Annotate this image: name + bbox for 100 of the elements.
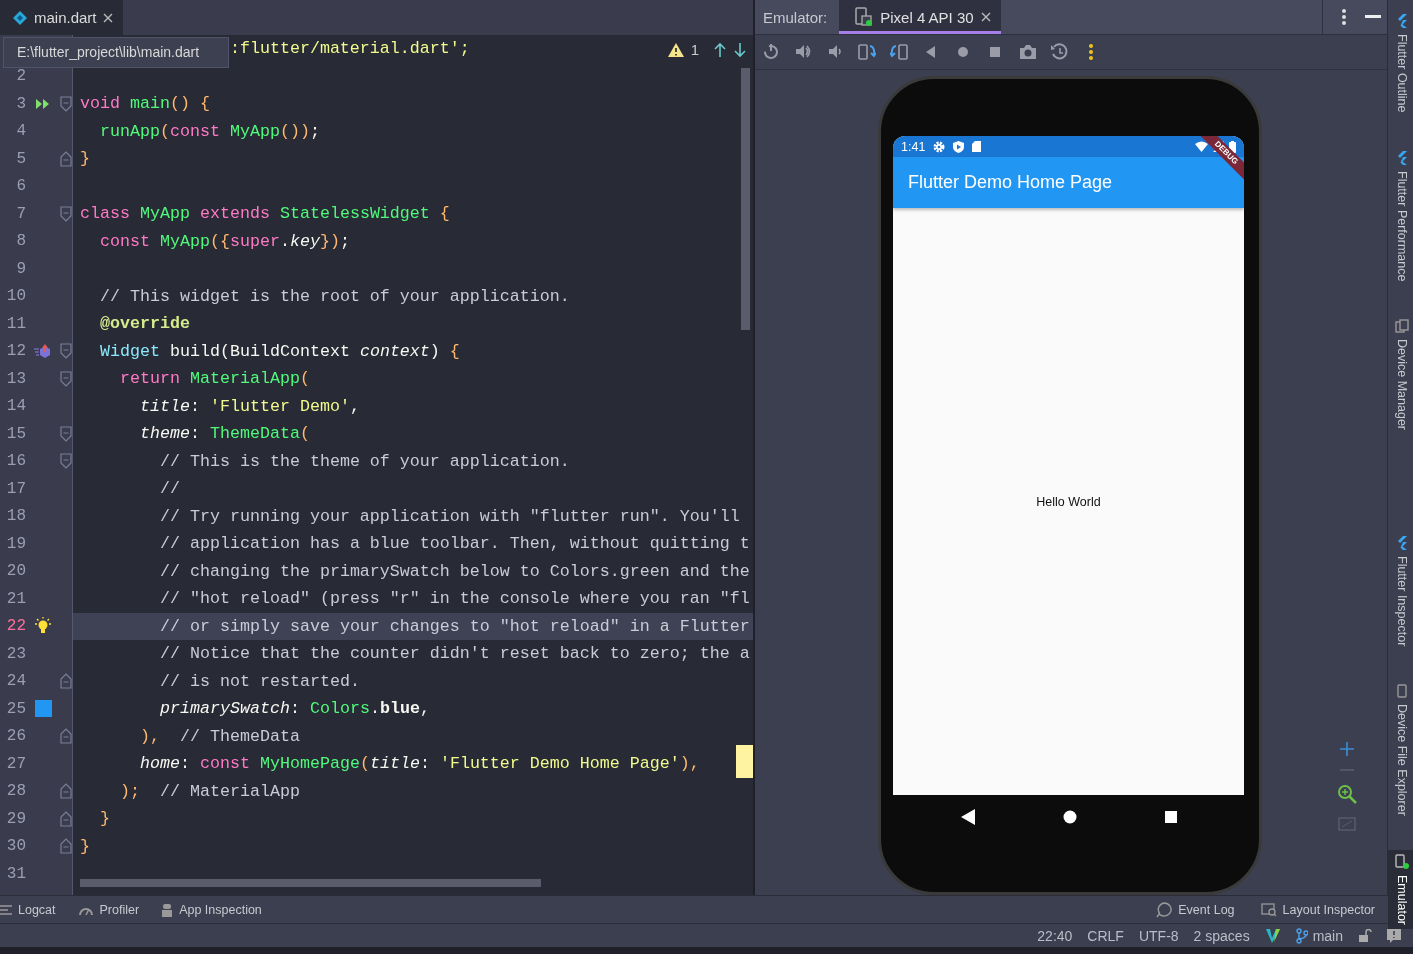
vim-icon[interactable] xyxy=(1264,927,1281,944)
body-text: Hello World xyxy=(1036,494,1101,509)
fold-icon[interactable] xyxy=(60,673,72,690)
home-icon[interactable] xyxy=(1062,809,1077,824)
status-item[interactable]: UTF-8 xyxy=(1138,927,1179,944)
phone-icon xyxy=(1397,684,1407,699)
gear-icon xyxy=(933,140,946,153)
line-number: 21 xyxy=(5,589,26,608)
tool-window-button[interactable]: Device Manager xyxy=(1388,315,1413,434)
tool-window-button[interactable]: Event Log xyxy=(1148,901,1243,918)
code-line: // This widget is the root of your application. xyxy=(99,286,570,306)
dart-icon xyxy=(12,9,28,26)
code-line: // xyxy=(158,479,180,498)
back-icon[interactable] xyxy=(960,808,975,825)
status-item[interactable]: 2 spaces xyxy=(1193,927,1250,944)
fold-icon[interactable] xyxy=(60,205,72,222)
fold-icon[interactable] xyxy=(60,150,72,167)
line-number: 14 xyxy=(5,397,26,416)
code-line: runApp(const MyApp()); xyxy=(99,121,320,141)
code-line: return MaterialApp( xyxy=(118,369,310,388)
notifications-icon[interactable] xyxy=(1387,928,1401,943)
status-item[interactable]: 22:40 xyxy=(1037,927,1073,944)
tool-window-button[interactable]: Emulator xyxy=(1388,850,1413,930)
line-number: 23 xyxy=(5,644,26,663)
list-icon xyxy=(0,904,12,915)
close-icon[interactable] xyxy=(980,12,991,22)
robot-icon xyxy=(161,902,174,917)
line-number: 26 xyxy=(5,727,26,746)
tool-window-button[interactable]: Device File Explorer xyxy=(1388,680,1413,821)
fold-icon[interactable] xyxy=(60,425,72,442)
line-number: 22 xyxy=(5,617,26,636)
flutter-icon xyxy=(1396,150,1408,165)
change-marker xyxy=(736,745,753,778)
line-number: 2 xyxy=(15,67,26,86)
fold-icon[interactable] xyxy=(60,838,72,855)
code-line: Widget build(BuildContext context) { xyxy=(99,341,460,361)
override-icon[interactable] xyxy=(33,343,53,360)
file-tab[interactable]: main.dart xyxy=(0,0,123,35)
lightbulb-icon[interactable] xyxy=(34,617,52,636)
scrollbar-thumb[interactable] xyxy=(80,879,541,887)
more-icon[interactable] xyxy=(1341,8,1347,26)
code-line: } xyxy=(80,836,90,856)
line-number: 3 xyxy=(15,94,26,113)
plus-icon[interactable] xyxy=(1340,742,1354,756)
code-line: primarySwatch: Colors.blue, xyxy=(158,699,430,718)
fold-icon[interactable] xyxy=(60,728,72,745)
arrow-up-icon[interactable] xyxy=(713,41,727,58)
line-number: 9 xyxy=(15,259,26,278)
fold-icon[interactable] xyxy=(60,783,72,800)
line-number: 28 xyxy=(5,782,26,801)
battery-icon xyxy=(1229,140,1236,153)
line-number: 11 xyxy=(5,314,26,333)
fold-icon[interactable] xyxy=(60,810,72,827)
tool-window-button[interactable]: Layout Inspector xyxy=(1252,901,1383,918)
branch-button[interactable]: main xyxy=(1295,927,1343,944)
line-number: 27 xyxy=(5,754,26,773)
warning-icon xyxy=(666,41,685,58)
tool-window-button[interactable]: Flutter Performance xyxy=(1388,146,1413,285)
tool-window-button[interactable]: Flutter Inspector xyxy=(1388,532,1413,651)
code-line: // This is the theme of your application. xyxy=(158,451,570,471)
code-line: } xyxy=(80,149,90,168)
code-line: title: 'Flutter Demo', xyxy=(138,396,360,416)
close-icon[interactable] xyxy=(102,12,113,23)
line-number: 13 xyxy=(5,369,26,388)
recents-icon[interactable] xyxy=(1164,810,1177,823)
panel-label: Emulator: xyxy=(762,8,829,28)
line-number: 19 xyxy=(5,534,26,553)
status-item[interactable]: CRLF xyxy=(1087,927,1124,944)
scrollbar-thumb[interactable] xyxy=(741,68,750,330)
fold-icon[interactable] xyxy=(60,370,72,387)
line-number: 4 xyxy=(15,122,26,141)
warning-count: 1 xyxy=(690,41,699,58)
fold-icon[interactable] xyxy=(60,343,72,360)
device-icon xyxy=(1395,854,1409,870)
code-line: :flutter/material.dart'; xyxy=(229,39,470,58)
lock-icon[interactable] xyxy=(1358,928,1372,943)
tool-window-button[interactable]: Flutter Outline xyxy=(1388,10,1413,117)
line-number: 6 xyxy=(15,177,26,196)
camera-icon[interactable] xyxy=(1018,42,1036,62)
snapshot-icon[interactable] xyxy=(1050,42,1068,62)
code-line: @override xyxy=(99,314,190,333)
fold-icon[interactable] xyxy=(60,95,72,112)
tool-window-button[interactable]: Profiler xyxy=(69,902,148,917)
code-line: home: const MyHomePage(title: 'Flutter Demo Home Page'), xyxy=(138,754,700,773)
tool-window-button[interactable]: App Inspection xyxy=(153,902,270,917)
tool-window-button[interactable]: Logcat xyxy=(0,902,64,917)
minimize-icon[interactable] xyxy=(1365,15,1381,19)
run-icon[interactable] xyxy=(35,97,51,110)
device-manager-icon xyxy=(1395,319,1409,333)
line-number: 31 xyxy=(5,864,26,883)
fold-icon[interactable] xyxy=(60,453,72,470)
zoom-icon[interactable] xyxy=(1337,784,1357,804)
line-number: 29 xyxy=(5,809,26,828)
device-tab[interactable]: Pixel 4 API 30 xyxy=(839,0,1001,34)
arrow-down-icon[interactable] xyxy=(733,41,747,58)
code-line: theme: ThemeData( xyxy=(138,424,310,443)
rotate-right-icon[interactable] xyxy=(890,42,908,62)
code-line: const MyApp({super.key}); xyxy=(99,231,350,251)
rotate-left-icon[interactable] xyxy=(858,42,876,62)
line-number: 30 xyxy=(5,837,26,856)
